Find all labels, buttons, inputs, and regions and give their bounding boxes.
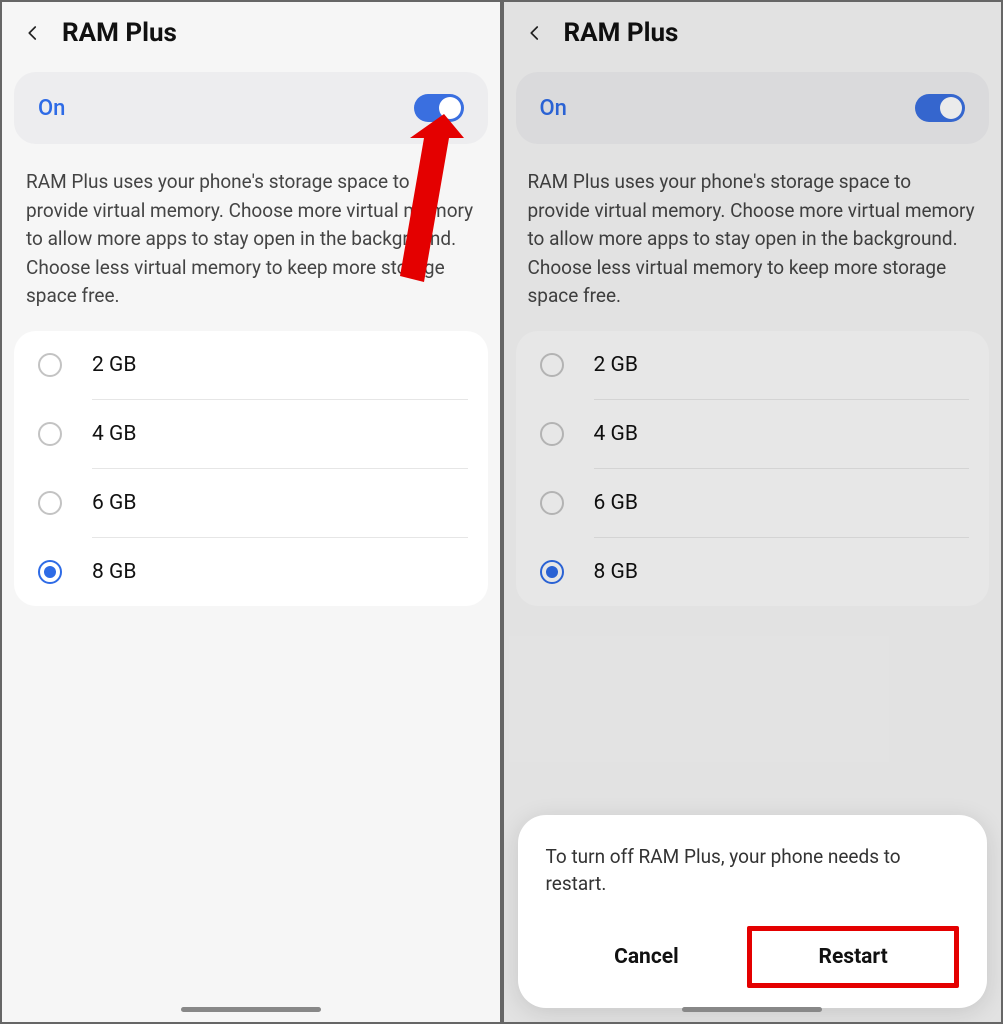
home-indicator[interactable] — [682, 1007, 822, 1012]
switch-thumb — [439, 97, 461, 119]
memory-option-2gb[interactable]: 2 GB — [38, 331, 488, 400]
radio-label: 6 GB — [92, 491, 136, 515]
description-text: RAM Plus uses your phone's storage space… — [504, 144, 1002, 331]
radio-label: 4 GB — [594, 422, 638, 446]
toggle-label: On — [38, 96, 65, 121]
page-title: RAM Plus — [564, 18, 679, 48]
chevron-left-icon — [526, 24, 544, 42]
back-button[interactable] — [524, 22, 546, 44]
switch-thumb — [940, 97, 962, 119]
radio-icon — [540, 491, 564, 515]
screen-left: RAM Plus On RAM Plus uses your phone's s… — [2, 2, 500, 1022]
ramplus-toggle-card[interactable]: On — [516, 72, 990, 144]
radio-icon — [38, 491, 62, 515]
radio-label: 8 GB — [594, 560, 638, 584]
radio-icon — [540, 353, 564, 377]
ramplus-toggle-card[interactable]: On — [14, 72, 488, 144]
memory-option-8gb[interactable]: 8 GB — [38, 538, 488, 606]
memory-option-4gb[interactable]: 4 GB — [38, 400, 488, 469]
ramplus-switch[interactable] — [414, 94, 464, 122]
radio-label: 4 GB — [92, 422, 136, 446]
header: RAM Plus — [504, 2, 1002, 72]
memory-option-4gb[interactable]: 4 GB — [540, 400, 990, 469]
memory-option-6gb[interactable]: 6 GB — [540, 469, 990, 538]
cancel-button[interactable]: Cancel — [546, 931, 748, 983]
radio-label: 6 GB — [594, 491, 638, 515]
memory-option-6gb[interactable]: 6 GB — [38, 469, 488, 538]
header: RAM Plus — [2, 2, 500, 72]
radio-icon — [38, 422, 62, 446]
toggle-label: On — [540, 96, 567, 121]
memory-options-list: 2 GB 4 GB 6 GB 8 GB — [516, 331, 990, 606]
back-button[interactable] — [22, 22, 44, 44]
memory-option-8gb[interactable]: 8 GB — [540, 538, 990, 606]
radio-icon — [38, 353, 62, 377]
ramplus-switch[interactable] — [915, 94, 965, 122]
radio-label: 2 GB — [92, 353, 136, 377]
radio-icon — [540, 560, 564, 584]
radio-icon — [540, 422, 564, 446]
dialog-actions: Cancel Restart — [546, 926, 960, 988]
radio-label: 8 GB — [92, 560, 136, 584]
home-indicator[interactable] — [181, 1007, 321, 1012]
dialog-message: To turn off RAM Plus, your phone needs t… — [546, 843, 960, 898]
description-text: RAM Plus uses your phone's storage space… — [2, 144, 500, 331]
chevron-left-icon — [24, 24, 42, 42]
memory-option-2gb[interactable]: 2 GB — [540, 331, 990, 400]
radio-icon — [38, 560, 62, 584]
page-title: RAM Plus — [62, 18, 177, 48]
screen-right: RAM Plus On RAM Plus uses your phone's s… — [504, 2, 1002, 1022]
restart-button[interactable]: Restart — [747, 926, 959, 988]
radio-label: 2 GB — [594, 353, 638, 377]
restart-dialog: To turn off RAM Plus, your phone needs t… — [518, 815, 988, 1008]
memory-options-list: 2 GB 4 GB 6 GB 8 GB — [14, 331, 488, 606]
